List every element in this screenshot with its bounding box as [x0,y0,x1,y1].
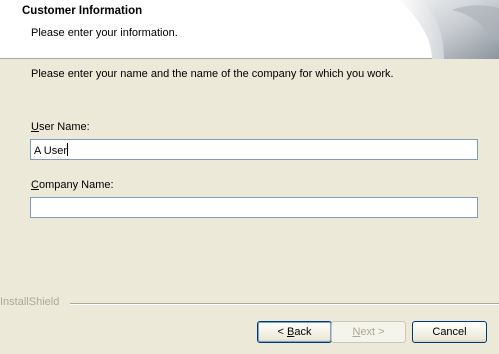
cancel-button[interactable]: Cancel [412,321,487,343]
installshield-brand: InstallShield [0,296,60,308]
company-name-label-text: ompany Name: [38,179,114,191]
wizard-header: Customer Information Please enter your i… [0,0,499,59]
brand-divider-highlight [70,304,499,305]
user-name-field[interactable]: A User [30,139,478,160]
user-name-label-text: ser Name: [38,121,90,133]
company-name-accel: C [31,179,39,191]
next-rest: ext > [360,326,385,338]
page-subtitle: Please enter your information. [31,27,178,39]
company-name-field[interactable] [30,197,478,218]
back-prefix: < [277,326,287,338]
instruction-text: Please enter your name and the name of t… [31,68,394,80]
company-name-label: Company Name: [31,179,114,191]
next-button[interactable]: Next > [331,321,406,343]
user-name-accel: U [31,121,39,133]
page-title: Customer Information [22,5,143,17]
page-curl-icon [400,0,499,59]
user-name-value: A User [34,145,68,157]
text-caret [67,143,69,156]
back-button[interactable]: < Back [257,321,332,343]
back-rest: ack [294,326,312,338]
user-name-label: User Name: [31,121,90,133]
